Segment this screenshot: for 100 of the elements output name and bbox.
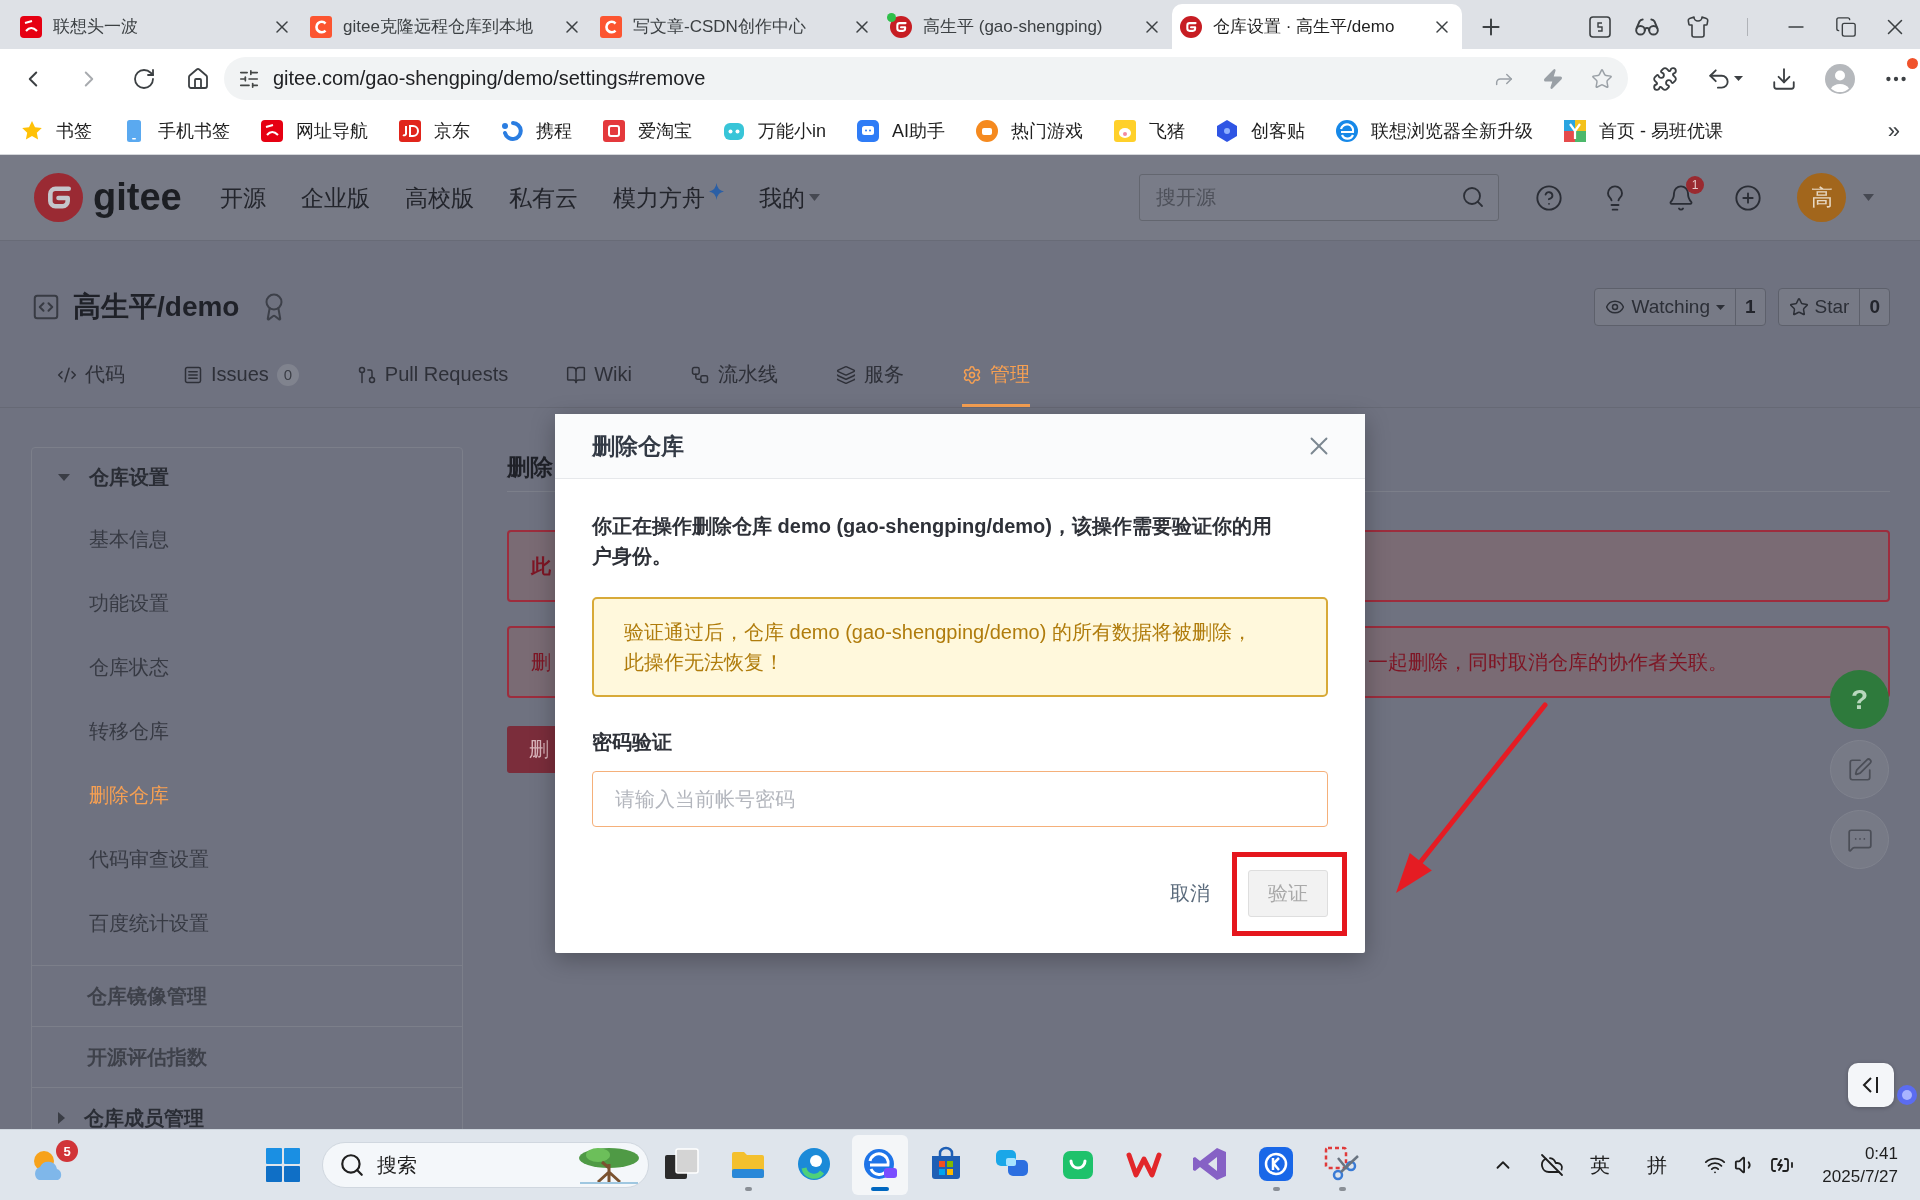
home-icon[interactable]	[186, 66, 210, 91]
cloud-off-icon[interactable]	[1540, 1153, 1565, 1177]
star-icon	[1788, 297, 1809, 317]
watch-count[interactable]: 1	[1735, 289, 1765, 325]
star-count[interactable]: 0	[1859, 289, 1889, 325]
plus-icon[interactable]	[1734, 183, 1762, 212]
tile-icon	[399, 120, 421, 142]
hexagon-icon	[1216, 120, 1239, 142]
site-settings-icon[interactable]	[238, 67, 260, 90]
start-icon[interactable]	[266, 1148, 300, 1182]
repo-tab[interactable]: Wiki	[566, 345, 632, 407]
ribbon-icon	[1192, 1145, 1228, 1182]
clock-time[interactable]: 0:41	[1864, 1142, 1898, 1165]
browser-tab[interactable]: 高生平 (gao-shengping)	[882, 4, 1172, 49]
tree-icon	[576, 1146, 642, 1184]
bookmark-link[interactable]: 创客贴	[1216, 119, 1306, 143]
caret-icon[interactable]	[1734, 76, 1743, 81]
sidebar-item[interactable]: 百度统计设置	[32, 891, 462, 955]
bookmark-link[interactable]: AI助手	[857, 119, 946, 143]
nav-link[interactable]: 我的	[758, 182, 820, 213]
avatar[interactable]: 高	[1797, 173, 1846, 222]
bookmark-link[interactable]: 书签	[21, 119, 92, 143]
ime-language[interactable]: 英	[1590, 1151, 1611, 1179]
repo-tab[interactable]: 流水线	[690, 345, 778, 407]
repo-tab[interactable]: Pull Requests	[356, 345, 509, 407]
bookmark-link[interactable]: 热门游戏	[976, 119, 1084, 143]
repo-title[interactable]: 高生平/demo	[73, 288, 240, 326]
tile-icon	[1114, 120, 1137, 142]
star-icon[interactable]	[1591, 67, 1613, 90]
repo-tab[interactable]: Issues 0	[183, 345, 299, 407]
sidebar-item[interactable]: 删除仓库	[32, 763, 462, 827]
layers-icon	[836, 364, 856, 385]
bookmark-link[interactable]: 携程	[501, 119, 572, 143]
bookmark-link[interactable]: 首页 - 易班优课	[1564, 119, 1724, 143]
chat-icon	[857, 120, 879, 142]
taskbar-search[interactable]: 搜索	[322, 1142, 649, 1188]
logo-icon	[890, 15, 912, 38]
repo-tab[interactable]: 管理	[962, 345, 1030, 407]
browser-tab[interactable]: gitee克隆远程仓库到本地	[302, 4, 592, 49]
download-icon[interactable]	[1771, 65, 1797, 92]
ime-mode[interactable]: 拼	[1647, 1151, 1668, 1179]
bookmark-link[interactable]: 万能小in	[723, 119, 826, 143]
browser-tab[interactable]: 写文章-CSDN创作中心	[592, 4, 882, 49]
pull-request-icon	[356, 364, 377, 385]
nav-link[interactable]: 开源	[219, 182, 266, 213]
more-bookmarks-button[interactable]: »	[1887, 118, 1900, 144]
alert-text: 一起删除，同时取消仓库的协作者关联。	[1368, 649, 1728, 675]
section-heading: 删除	[507, 453, 553, 482]
e-logo-icon	[1336, 120, 1359, 142]
tile-icon	[603, 120, 625, 142]
nav-link[interactable]: 企业版	[300, 182, 370, 213]
cancel-button[interactable]: 取消	[1170, 880, 1210, 907]
sidebar-item[interactable]: 仓库状态	[32, 635, 462, 699]
circle-icon	[976, 120, 999, 142]
star-icon	[21, 120, 43, 142]
address-bar[interactable]: gitee.com/gao-shengping/demo/settings#remove	[224, 57, 1628, 100]
nav-link[interactable]: 模力方舟	[612, 182, 724, 213]
logo-icon	[1180, 15, 1202, 38]
bookmark-link[interactable]: 飞猪	[1114, 119, 1186, 143]
sidebar-item[interactable]: 转移仓库	[32, 699, 462, 763]
sparkle-icon	[708, 182, 724, 200]
notification-badge: 5	[56, 1140, 78, 1162]
sidebar-item[interactable]: 代码审查设置	[32, 827, 462, 891]
app-tile-icon	[1258, 1145, 1294, 1182]
bookmark-link[interactable]: 爱淘宝	[603, 119, 692, 143]
clock-date[interactable]: 2025/7/27	[1822, 1165, 1898, 1188]
url-text: gitee.com/gao-shengping/demo/settings#remove	[273, 67, 706, 90]
caret-icon	[1716, 304, 1725, 310]
help-icon[interactable]	[1535, 183, 1563, 212]
nav-link[interactable]: 高校版	[404, 182, 474, 213]
sidebar-item[interactable]: 基本信息	[32, 507, 462, 571]
eye-icon	[1605, 297, 1626, 317]
bookmark-link[interactable]: 网址导航	[261, 119, 368, 143]
overlapping-squares-icon	[664, 1145, 700, 1182]
collapse-panel-button[interactable]	[1848, 1063, 1894, 1107]
sidebar-group-header[interactable]: 仓库设置	[32, 448, 462, 507]
browser-tab[interactable]: 仓库设置 · 高生平/demo	[1172, 4, 1462, 49]
restore-icon[interactable]	[1835, 15, 1857, 38]
square-icon[interactable]	[1589, 15, 1611, 38]
delete-button[interactable]: 删	[507, 726, 555, 773]
watch-button[interactable]: Watching	[1595, 289, 1735, 325]
list-icon	[183, 364, 203, 385]
repo-tab[interactable]: 代码	[57, 345, 125, 407]
star-button[interactable]: Star	[1778, 289, 1860, 325]
shirt-icon[interactable]	[1686, 14, 1710, 39]
bookmark-link[interactable]: 手机书签	[123, 119, 230, 143]
bookmark-link[interactable]: 联想浏览器全新升级	[1336, 119, 1534, 143]
tile-icon	[261, 120, 283, 142]
book-icon	[566, 364, 587, 385]
password-field[interactable]: 请输入当前帐号密码	[592, 771, 1328, 827]
logo-text[interactable]: gitee	[93, 176, 182, 219]
search-icon[interactable]	[1461, 185, 1485, 209]
browser-tab[interactable]: 联想头一波	[12, 4, 302, 49]
extensions-icon[interactable]	[1652, 65, 1678, 92]
nav-link[interactable]: 私有云	[508, 182, 578, 213]
reload-icon[interactable]	[132, 66, 156, 91]
repo-tab[interactable]: 服务	[836, 345, 904, 407]
c-mark-icon	[600, 15, 622, 38]
bookmark-link[interactable]: 京东	[399, 119, 470, 143]
sidebar-item[interactable]: 功能设置	[32, 571, 462, 635]
